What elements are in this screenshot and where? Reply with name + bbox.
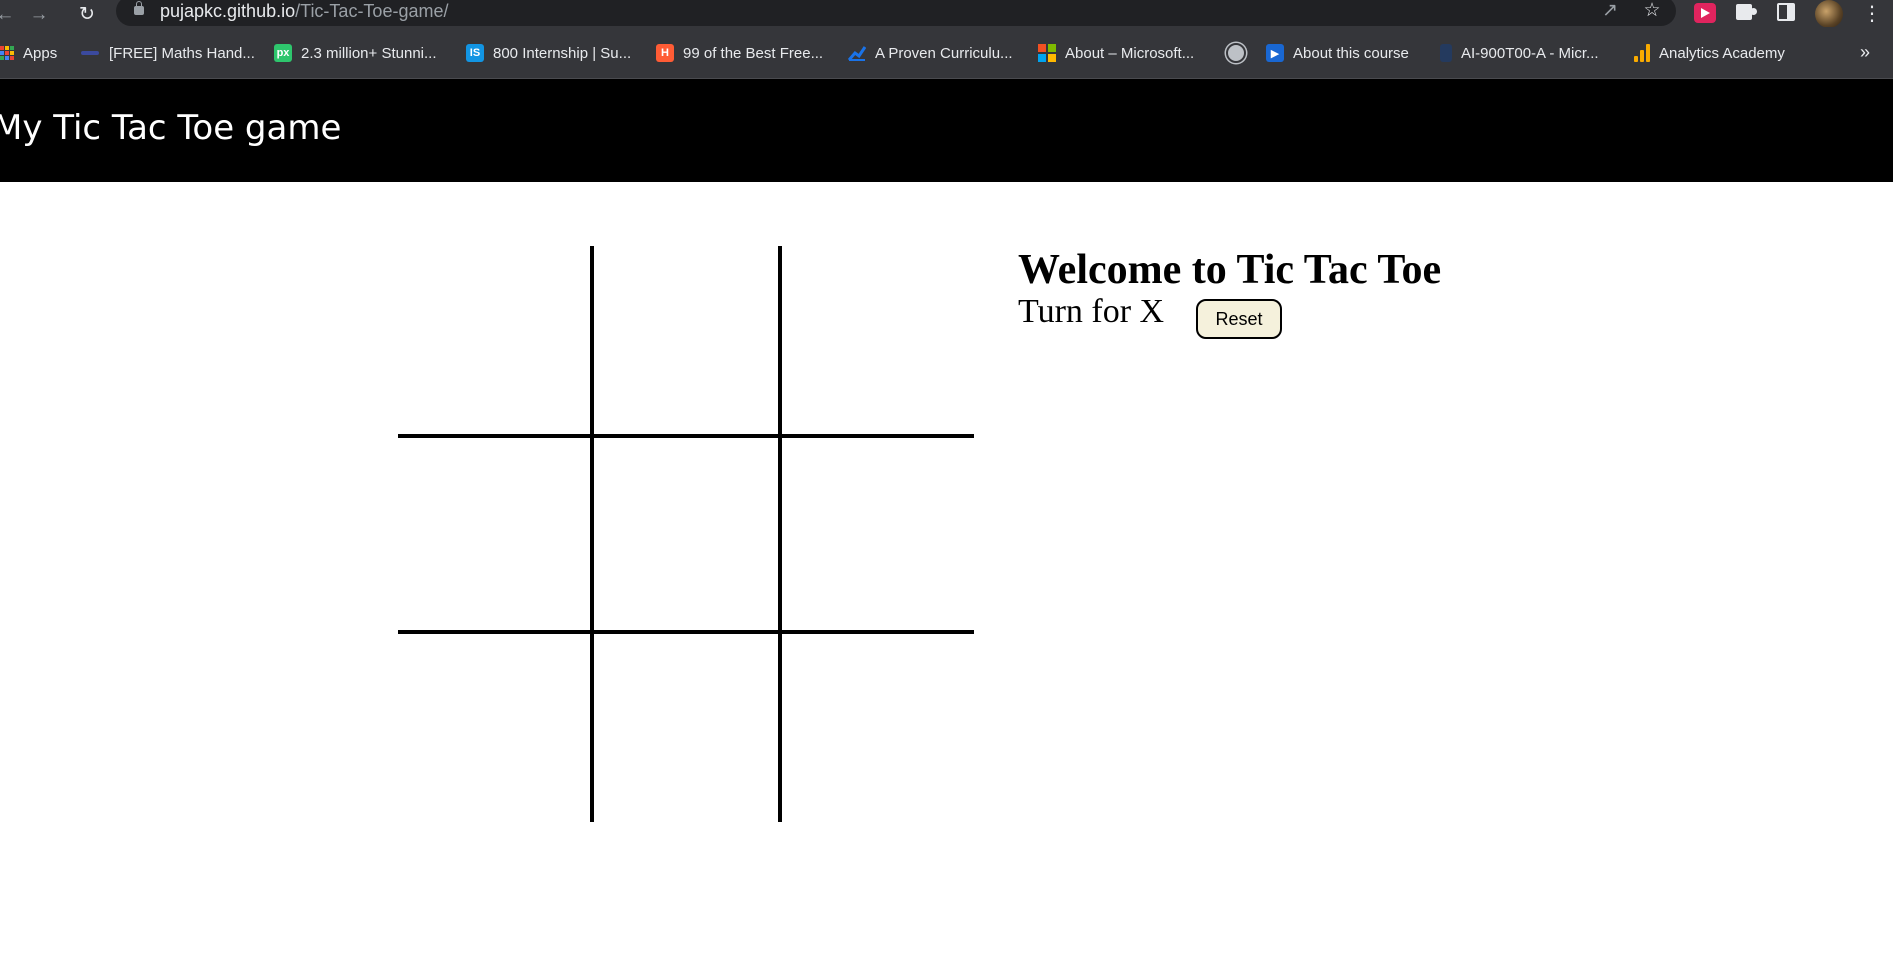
board-cell[interactable] (398, 246, 590, 438)
share-icon[interactable]: ↗ (1598, 0, 1622, 21)
bookmark-label: Analytics Academy (1659, 44, 1785, 62)
bookmark-microsoft[interactable]: About – Microsoft... (1038, 42, 1194, 64)
microsoft-logo-icon (1038, 44, 1056, 62)
bookmark-label: AI-900T00-A - Micr... (1461, 44, 1599, 62)
site-title: My Tic Tac Toe game (0, 108, 342, 148)
bookmark-pixabay[interactable]: px 2.3 million+ Stunni... (274, 42, 437, 64)
reset-button[interactable]: Reset (1196, 299, 1282, 339)
site-header: My Tic Tac Toe game (0, 79, 1893, 182)
url-text[interactable]: pujapkc.github.io/Tic-Tac-Toe-game/ (160, 2, 448, 20)
bookmark-label: 800 Internship | Su... (493, 44, 632, 62)
bookmark-label: 99 of the Best Free... (683, 44, 824, 62)
bookmark-curriculum[interactable]: A Proven Curriculu... (848, 42, 1013, 64)
bookmarks-bar: Apps [FREE] Maths Hand... px 2.3 million… (0, 27, 1893, 79)
globe-icon (1226, 43, 1246, 63)
lock-icon[interactable] (134, 1, 144, 15)
arrow-right-icon[interactable]: → (28, 3, 50, 25)
bookmark-label: A Proven Curriculu... (875, 44, 1013, 62)
more-vertical-icon[interactable]: ⋮ (1862, 2, 1882, 26)
welcome-heading: Welcome to Tic Tac Toe (1018, 247, 1442, 293)
bookmark-about-course[interactable]: ▶ About this course (1266, 42, 1409, 64)
bookmark-ai900[interactable]: AI-900T00-A - Micr... (1440, 42, 1599, 64)
side-panel-icon[interactable] (1777, 3, 1795, 21)
browser-toolbar: ← → ↻ pujapkc.github.io/Tic-Tac-Toe-game… (0, 0, 1893, 28)
arrow-left-icon[interactable]: ← (0, 3, 16, 25)
puzzle-icon[interactable] (1736, 4, 1757, 20)
chart-favicon (848, 44, 866, 62)
pixabay-favicon: px (274, 44, 292, 62)
bookmark-globe[interactable] (1226, 42, 1246, 64)
bookmark-label: Apps (23, 44, 58, 62)
board-cell[interactable] (782, 630, 974, 822)
reload-icon[interactable]: ↻ (76, 3, 98, 25)
book-favicon (1440, 44, 1452, 62)
turn-indicator: Turn for X (1018, 291, 1164, 333)
hubspot-favicon: H (656, 44, 674, 62)
bookmark-label: About – Microsoft... (1065, 44, 1195, 62)
bookmark-internshala[interactable]: IS 800 Internship | Su... (466, 42, 631, 64)
internshala-favicon: IS (466, 44, 484, 62)
turn-player: X (1139, 293, 1165, 330)
board-cell[interactable] (590, 438, 782, 630)
bookmark-apps[interactable]: Apps (0, 42, 57, 64)
bookmark-analytics-academy[interactable]: Analytics Academy (1634, 42, 1785, 64)
game-board (398, 246, 974, 822)
star-icon[interactable]: ☆ (1640, 0, 1664, 21)
board-cell[interactable] (398, 438, 590, 630)
bookmark-maths-handbook[interactable]: [FREE] Maths Hand... (80, 42, 255, 64)
analytics-favicon (1634, 44, 1650, 62)
bookmark-label: About this course (1293, 44, 1409, 62)
chevron-double-right-icon[interactable]: » (1860, 42, 1870, 63)
bookmark-label: [FREE] Maths Hand... (109, 44, 255, 62)
address-bar[interactable]: pujapkc.github.io/Tic-Tac-Toe-game/ ↗ ☆ (116, 0, 1676, 26)
media-extension-icon[interactable] (1694, 3, 1716, 23)
bookmark-label: 2.3 million+ Stunni... (301, 44, 437, 62)
board-cell[interactable] (782, 438, 974, 630)
video-favicon: ▶ (1266, 44, 1284, 62)
url-path: /Tic-Tac-Toe-game/ (295, 1, 449, 21)
maths-favicon (80, 44, 100, 62)
board-cell[interactable] (590, 246, 782, 438)
board-cell[interactable] (398, 630, 590, 822)
bookmark-hubspot[interactable]: H 99 of the Best Free... (656, 42, 823, 64)
apps-grid-icon (0, 46, 14, 60)
board-cell[interactable] (590, 630, 782, 822)
url-domain: pujapkc.github.io (160, 1, 296, 21)
profile-avatar[interactable] (1815, 0, 1843, 28)
turn-prefix: Turn for (1018, 293, 1132, 330)
board-cell[interactable] (782, 246, 974, 438)
